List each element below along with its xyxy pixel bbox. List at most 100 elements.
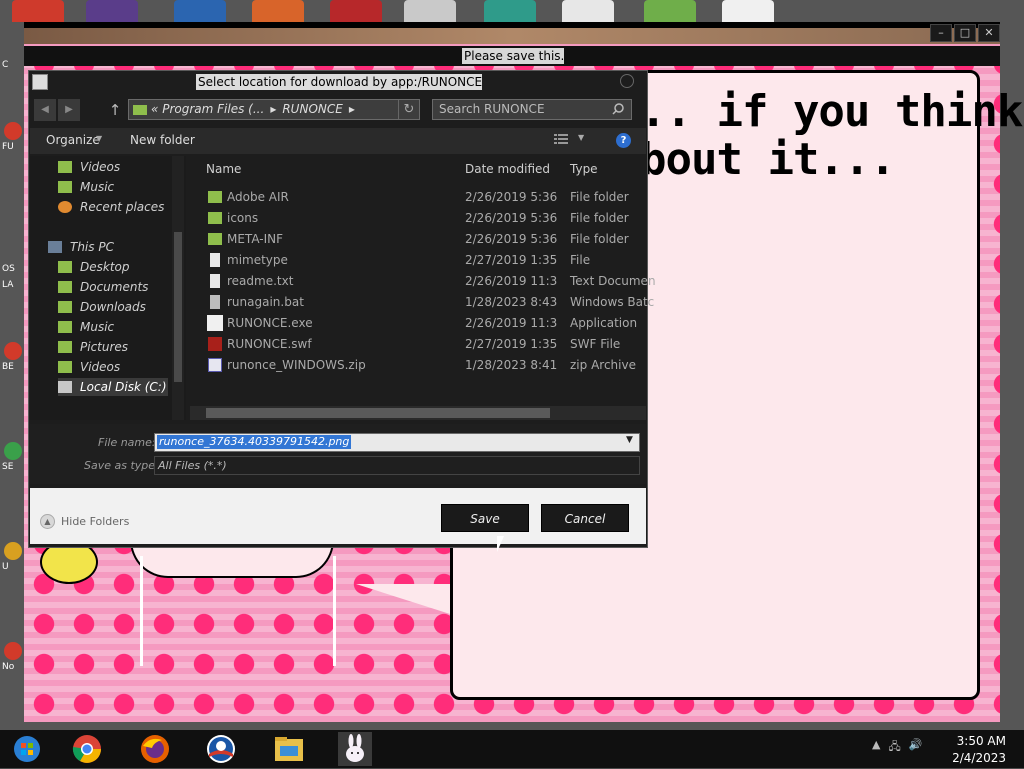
help-icon[interactable]: ? — [616, 133, 631, 148]
clock-time[interactable]: 3:50 AM — [950, 734, 1006, 748]
desktop-top-icon[interactable] — [174, 0, 226, 22]
nav-item-label: Pictures — [80, 340, 129, 354]
refresh-button[interactable]: ↻ — [398, 100, 419, 119]
file-row[interactable]: RUNONCE.exe 2/26/2019 11:36... Application — [205, 314, 645, 334]
folder-icon — [208, 191, 222, 203]
column-header-date[interactable]: Date modified — [465, 162, 550, 176]
save-as-type-label: Save as type: — [84, 459, 159, 472]
desktop-top-icon[interactable] — [484, 0, 536, 22]
nav-item-documents[interactable]: Documents — [58, 278, 148, 296]
runonce-taskbar-button[interactable] — [338, 732, 372, 766]
desktop-folder-icon — [58, 261, 72, 273]
file-row[interactable]: runagain.bat 1/28/2023 8:43 ... Windows Ba… — [205, 293, 654, 313]
file-explorer-taskbar-button[interactable] — [272, 732, 306, 766]
close-icon[interactable]: ✕ — [978, 24, 1000, 42]
app-icon — [4, 542, 22, 560]
cancel-button[interactable]: Cancel — [541, 504, 629, 532]
organize-menu[interactable]: Organize — [46, 133, 100, 147]
desktop-icon[interactable]: OS — [2, 230, 24, 274]
volume-icon[interactable]: 🔊 — [909, 738, 923, 757]
column-header-name[interactable]: Name — [206, 162, 241, 176]
folder-icon — [208, 212, 222, 224]
desktop-icon[interactable]: BE — [2, 340, 24, 378]
file-row[interactable]: RUNONCE.swf 2/27/2019 1:35 ... SWF File — [205, 335, 645, 355]
desktop-top-icon[interactable] — [330, 0, 382, 22]
up-button[interactable]: ↑ — [104, 99, 126, 121]
back-button[interactable]: ◀ — [34, 99, 56, 121]
text-file-icon — [210, 274, 220, 288]
desktop-icon[interactable]: SE — [2, 440, 24, 478]
address-bar[interactable]: « Program Files (... ▸ RUNONCE ▸ — [128, 99, 420, 120]
firefox-icon — [141, 735, 169, 763]
downloads-folder-icon — [58, 301, 72, 313]
nav-item-music[interactable]: Music — [58, 318, 114, 336]
desktop-top-icon[interactable] — [722, 0, 774, 22]
system-tray: ▲ 🖧 🔊 — [872, 738, 922, 757]
chevron-up-icon: ▲ — [40, 514, 55, 529]
obama-taskbar-button[interactable] — [204, 732, 238, 766]
desktop-top-icon[interactable] — [12, 0, 64, 22]
nav-item-pictures[interactable]: Pictures — [58, 338, 128, 356]
recent-places-icon — [58, 201, 72, 213]
desktop-icon[interactable]: LA — [2, 280, 24, 318]
nav-item-videos[interactable]: Videos — [58, 158, 120, 176]
desktop-top-icon[interactable] — [252, 0, 304, 22]
nav-item-music[interactable]: Music — [58, 178, 114, 196]
firefox-taskbar-button[interactable] — [138, 732, 172, 766]
maximize-icon[interactable]: □ — [954, 24, 976, 42]
nav-scrollbar-thumb[interactable] — [174, 232, 182, 382]
app-icon — [32, 74, 48, 90]
desktop-top-icon[interactable] — [644, 0, 696, 22]
chevron-down-icon[interactable]: ▼ — [96, 134, 102, 143]
start-button[interactable] — [10, 732, 44, 766]
chevron-right-icon[interactable]: ▸ — [349, 100, 355, 119]
nav-item-videos[interactable]: Videos — [58, 358, 120, 376]
address-overflow[interactable]: « — [151, 100, 158, 119]
file-row[interactable]: mimetype 2/27/2019 1:35 ... File — [205, 251, 645, 271]
clock-date[interactable]: 2/4/2023 — [950, 751, 1006, 765]
new-folder-button[interactable]: New folder — [130, 133, 195, 147]
desktop-icon[interactable]: C — [2, 60, 24, 98]
chrome-taskbar-button[interactable] — [70, 732, 104, 766]
file-date: 2/26/2019 11:38... — [465, 274, 557, 288]
file-row[interactable]: icons 2/26/2019 5:36 ... File folder — [205, 209, 645, 229]
desktop-top-icon[interactable] — [562, 0, 614, 22]
network-icon[interactable]: 🖧 — [888, 738, 900, 757]
desktop-icon[interactable]: FU — [2, 120, 24, 158]
desktop-icon-label: U — [2, 562, 9, 572]
desktop-icon[interactable]: No — [2, 640, 24, 678]
nav-item-this-pc[interactable]: This PC — [48, 238, 114, 256]
search-input[interactable]: Search RUNONCE — [432, 99, 632, 120]
save-as-type-select[interactable]: All Files (*.*) — [154, 456, 640, 475]
desktop-top-icon[interactable] — [404, 0, 456, 22]
close-icon[interactable] — [620, 74, 634, 88]
show-hidden-icons-icon[interactable]: ▲ — [872, 738, 880, 757]
nav-item-downloads[interactable]: Downloads — [58, 298, 146, 316]
breadcrumb-segment[interactable]: Program Files (... — [162, 100, 264, 119]
chevron-down-icon[interactable]: ▼ — [578, 133, 584, 142]
column-header-type[interactable]: Type — [570, 162, 598, 176]
file-name: mimetype — [227, 253, 288, 267]
horizontal-scrollbar-thumb[interactable] — [206, 408, 550, 418]
hide-folders-button[interactable]: ▲ Hide Folders — [40, 514, 129, 529]
save-button[interactable]: Save — [441, 504, 529, 532]
view-options-icon[interactable] — [554, 133, 568, 145]
forward-button[interactable]: ▶ — [58, 99, 80, 121]
file-row[interactable]: readme.txt 2/26/2019 11:38... Text Documen — [205, 272, 656, 292]
breadcrumb-segment[interactable]: RUNONCE — [282, 100, 342, 119]
chevron-down-icon[interactable]: ▼ — [626, 435, 633, 445]
nav-item-local-disk[interactable]: Local Disk (C:) — [58, 378, 168, 396]
desktop-icon[interactable]: U — [2, 540, 24, 578]
nav-item-recent-places[interactable]: Recent places — [58, 198, 164, 216]
file-name-value[interactable]: runonce_37634.40339791542.png — [157, 435, 352, 449]
desktop-top-icon[interactable] — [86, 0, 138, 22]
chevron-right-icon[interactable]: ▸ — [270, 100, 276, 119]
file-name: icons — [227, 211, 259, 225]
nav-item-desktop[interactable]: Desktop — [58, 258, 130, 276]
file-type: zip Archive — [570, 358, 636, 372]
file-row[interactable]: Adobe AIR 2/26/2019 5:36 ... File folder — [205, 188, 645, 208]
search-icon[interactable] — [610, 100, 628, 119]
file-row[interactable]: runonce_WINDOWS.zip 1/28/2023 8:41 ... zip… — [205, 356, 645, 376]
minimize-icon[interactable]: – — [930, 24, 952, 42]
file-row[interactable]: META-INF 2/26/2019 5:36 ... File folder — [205, 230, 645, 250]
